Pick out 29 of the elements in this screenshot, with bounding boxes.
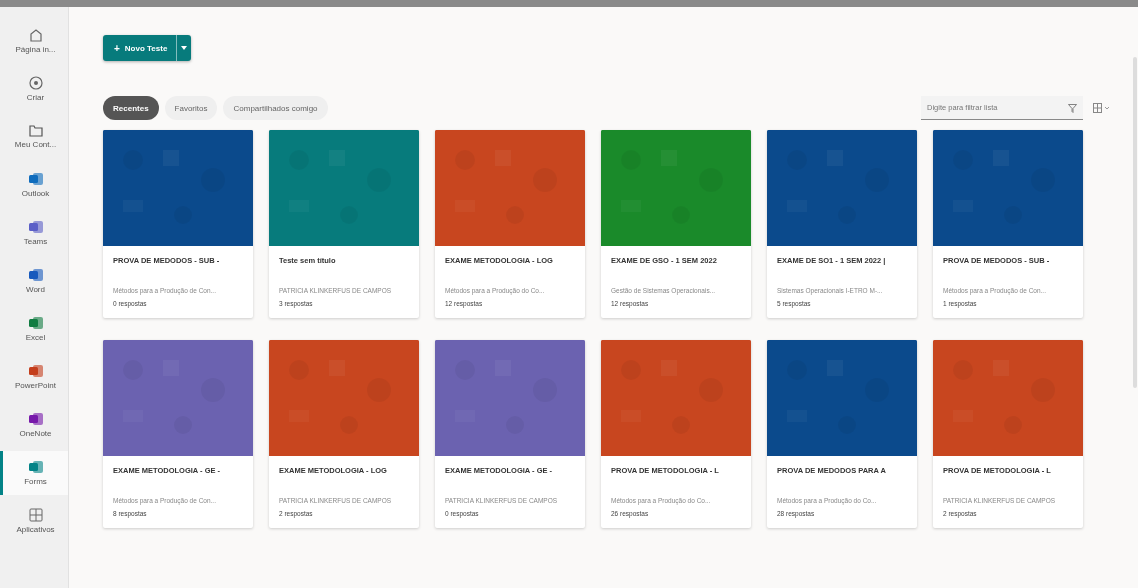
sidebar-item[interactable]: Excel (0, 307, 68, 351)
sidebar-item[interactable]: Forms (0, 451, 68, 495)
filter-icon (1068, 103, 1077, 113)
apps-grid-icon (28, 508, 43, 522)
sidebar-item[interactable]: Word (0, 259, 68, 303)
app-icon (28, 412, 43, 426)
sidebar-item[interactable]: Aplicativos (0, 499, 68, 543)
filter-tab[interactable]: Compartilhados comigo (223, 96, 328, 120)
folder-icon (28, 125, 43, 137)
new-test-button[interactable]: + Novo Teste (103, 35, 192, 61)
app-icon (28, 220, 43, 234)
sidebar-item[interactable]: Teams (0, 211, 68, 255)
sidebar-item[interactable]: OneNote (0, 403, 68, 447)
sidebar-item[interactable]: Outlook (0, 163, 68, 207)
filter-tab[interactable]: Recentes (103, 96, 159, 120)
sidebar-item[interactable]: Criar (0, 67, 68, 111)
app-icon (28, 364, 43, 378)
app-icon (28, 268, 43, 282)
grid-view-icon[interactable] (1093, 103, 1111, 113)
sidebar-item[interactable]: Página in... (0, 19, 68, 63)
plus-circle-icon (28, 76, 43, 90)
caret-icon (181, 46, 188, 50)
app-icon (28, 316, 43, 330)
app-icon (28, 460, 43, 474)
app-icon (28, 172, 43, 186)
filter-tab[interactable]: Favoritos (164, 96, 218, 120)
sidebar-item[interactable]: Meu Cont... (0, 115, 68, 159)
sidebar-item[interactable]: PowerPoint (0, 355, 68, 399)
home-icon (28, 28, 43, 42)
